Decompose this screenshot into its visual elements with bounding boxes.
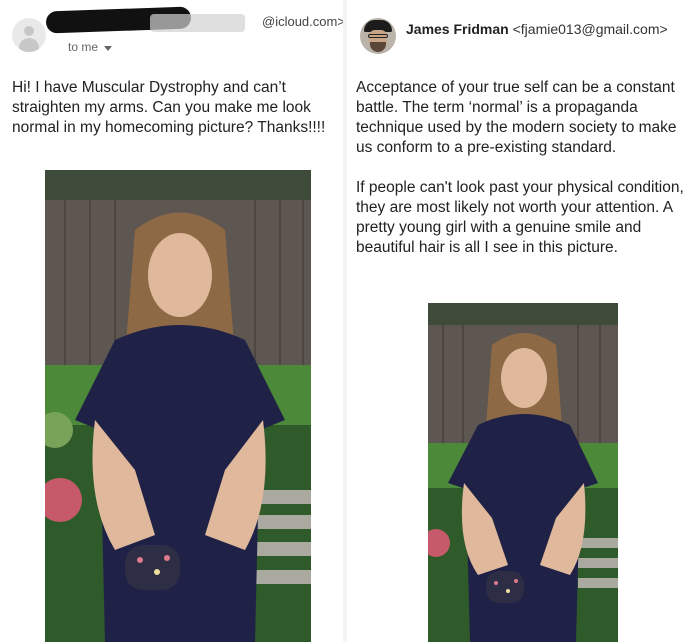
chevron-down-icon[interactable]: [104, 45, 113, 51]
original-photo: [45, 170, 311, 642]
sender-email: @icloud.com>: [262, 14, 345, 29]
redacted-sender-address: [150, 14, 245, 32]
reply-body: Acceptance of your true self can be a co…: [356, 78, 696, 278]
reply-paragraph-2: If people can't look past your physical …: [356, 179, 684, 256]
profile-photo: [360, 18, 396, 54]
recipient-toggle[interactable]: to me: [68, 40, 113, 54]
sender-name: James Fridman: [406, 21, 509, 37]
reply-email-pane: James Fridman <fjamie013@gmail.com> Acce…: [350, 0, 700, 642]
person-placeholder-icon: [12, 18, 46, 52]
sender-address: <fjamie013@gmail.com>: [512, 21, 668, 37]
sender-header: James Fridman <fjamie013@gmail.com>: [406, 21, 668, 37]
email-body: Hi! I have Muscular Dystrophy and can’t …: [12, 79, 326, 136]
reply-paragraph-1: Acceptance of your true self can be a co…: [356, 79, 677, 156]
reply-photo: [428, 303, 618, 642]
recipient-label: to me: [68, 40, 99, 54]
pane-divider: [343, 0, 347, 642]
original-email-pane: @icloud.com> to me Hi! I have Muscular D…: [0, 0, 345, 642]
